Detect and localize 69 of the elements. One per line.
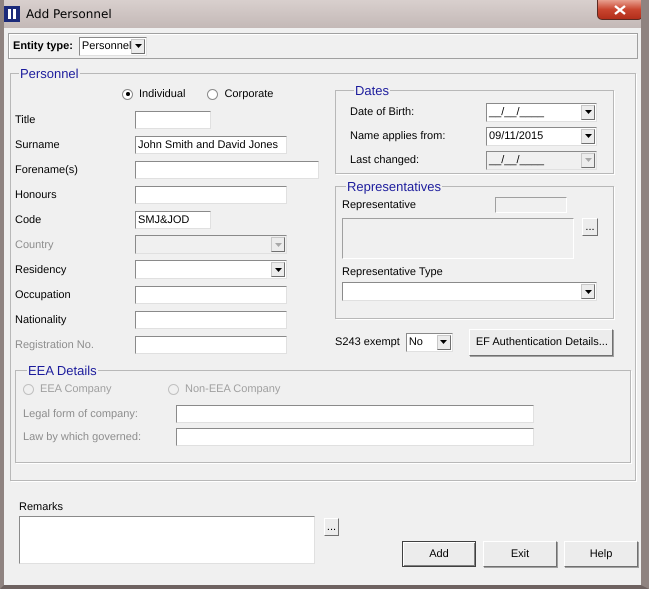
- radio-option[interactable]: Corporate: [207, 88, 274, 100]
- field-label: Representative: [342, 199, 416, 211]
- dialog-button[interactable]: Exit: [483, 541, 557, 567]
- field-label: Last changed:: [350, 154, 420, 166]
- field-label: Remarks: [19, 501, 64, 513]
- field-label: Occupation: [15, 288, 72, 300]
- caret-icon: [584, 110, 592, 114]
- field-label: Name applies from:: [350, 130, 446, 142]
- field-label: Nationality: [15, 314, 68, 326]
- field-label: Representative Type: [342, 266, 443, 278]
- text-field[interactable]: SMJ&JOD: [135, 210, 211, 228]
- app-icon: [4, 6, 20, 22]
- field-label: Legal form of company:: [23, 408, 139, 420]
- field-label: Residency: [15, 264, 68, 276]
- field-label: Country: [15, 238, 55, 250]
- dropdown-value: No: [408, 336, 423, 348]
- field-label: Law by which governed:: [23, 430, 142, 442]
- dropdown-value: __/__/____: [489, 154, 544, 166]
- group-title: Representatives: [346, 179, 442, 194]
- close-button[interactable]: [597, 0, 641, 20]
- dropdown[interactable]: Personnel: [78, 36, 148, 56]
- dialog-button[interactable]: Help: [564, 541, 638, 567]
- caret-icon: [584, 158, 592, 162]
- field-label: Honours: [15, 188, 58, 200]
- caret-icon: [584, 290, 592, 294]
- caret-icon: [440, 340, 448, 344]
- field-label: Surname: [15, 138, 61, 150]
- dropdown[interactable]: No: [406, 332, 453, 352]
- text-field[interactable]: [176, 404, 534, 422]
- dialog-button[interactable]: Add: [402, 541, 476, 567]
- caret-icon: [134, 44, 142, 48]
- field-label: S243 exempt: [335, 336, 400, 348]
- dropdown-value: __/__/____: [489, 106, 544, 118]
- window-title: Add Personnel: [26, 7, 112, 21]
- text-field[interactable]: [176, 428, 534, 446]
- remarks-field[interactable]: [19, 516, 315, 564]
- field-label: Date of Birth:: [350, 106, 416, 118]
- dropdown-button[interactable]: [581, 104, 595, 120]
- close-icon: [614, 4, 626, 14]
- field-label: Code: [15, 214, 42, 226]
- ef-authentication-button[interactable]: EF Authentication Details...: [468, 328, 613, 356]
- group-title: Dates: [354, 83, 390, 98]
- dropdown-button[interactable]: [131, 38, 146, 54]
- text-field[interactable]: [135, 186, 287, 204]
- dropdown-value: 09/11/2015: [489, 130, 544, 142]
- group-title: Personnel: [19, 66, 80, 81]
- field-label: Entity type:: [13, 40, 73, 52]
- dropdown[interactable]: 09/11/2015: [486, 126, 597, 146]
- browse-button[interactable]: ...: [324, 518, 339, 536]
- dropdown[interactable]: __/__/____: [486, 102, 597, 122]
- text-field[interactable]: [135, 310, 287, 328]
- dropdown-button[interactable]: [271, 262, 285, 277]
- caret-icon: [584, 134, 592, 138]
- field-label: Title: [15, 114, 36, 126]
- text-field[interactable]: [135, 160, 319, 178]
- radio-option[interactable]: Individual: [122, 88, 186, 100]
- caret-icon: [274, 268, 282, 272]
- text-field[interactable]: [135, 286, 287, 304]
- dropdown-button[interactable]: [436, 334, 451, 350]
- dropdown-value: Personnel: [82, 40, 132, 52]
- dropdown-button[interactable]: [581, 128, 595, 144]
- group-title: EEA Details: [27, 363, 98, 378]
- browse-button[interactable]: ...: [582, 218, 598, 236]
- text-field[interactable]: [135, 110, 211, 128]
- dropdown-button[interactable]: [581, 284, 595, 299]
- text-field[interactable]: John Smith and David Jones: [135, 136, 287, 154]
- field-label: Forename(s): [15, 164, 79, 176]
- caret-icon: [274, 242, 282, 246]
- field-label: Registration No.: [15, 338, 95, 350]
